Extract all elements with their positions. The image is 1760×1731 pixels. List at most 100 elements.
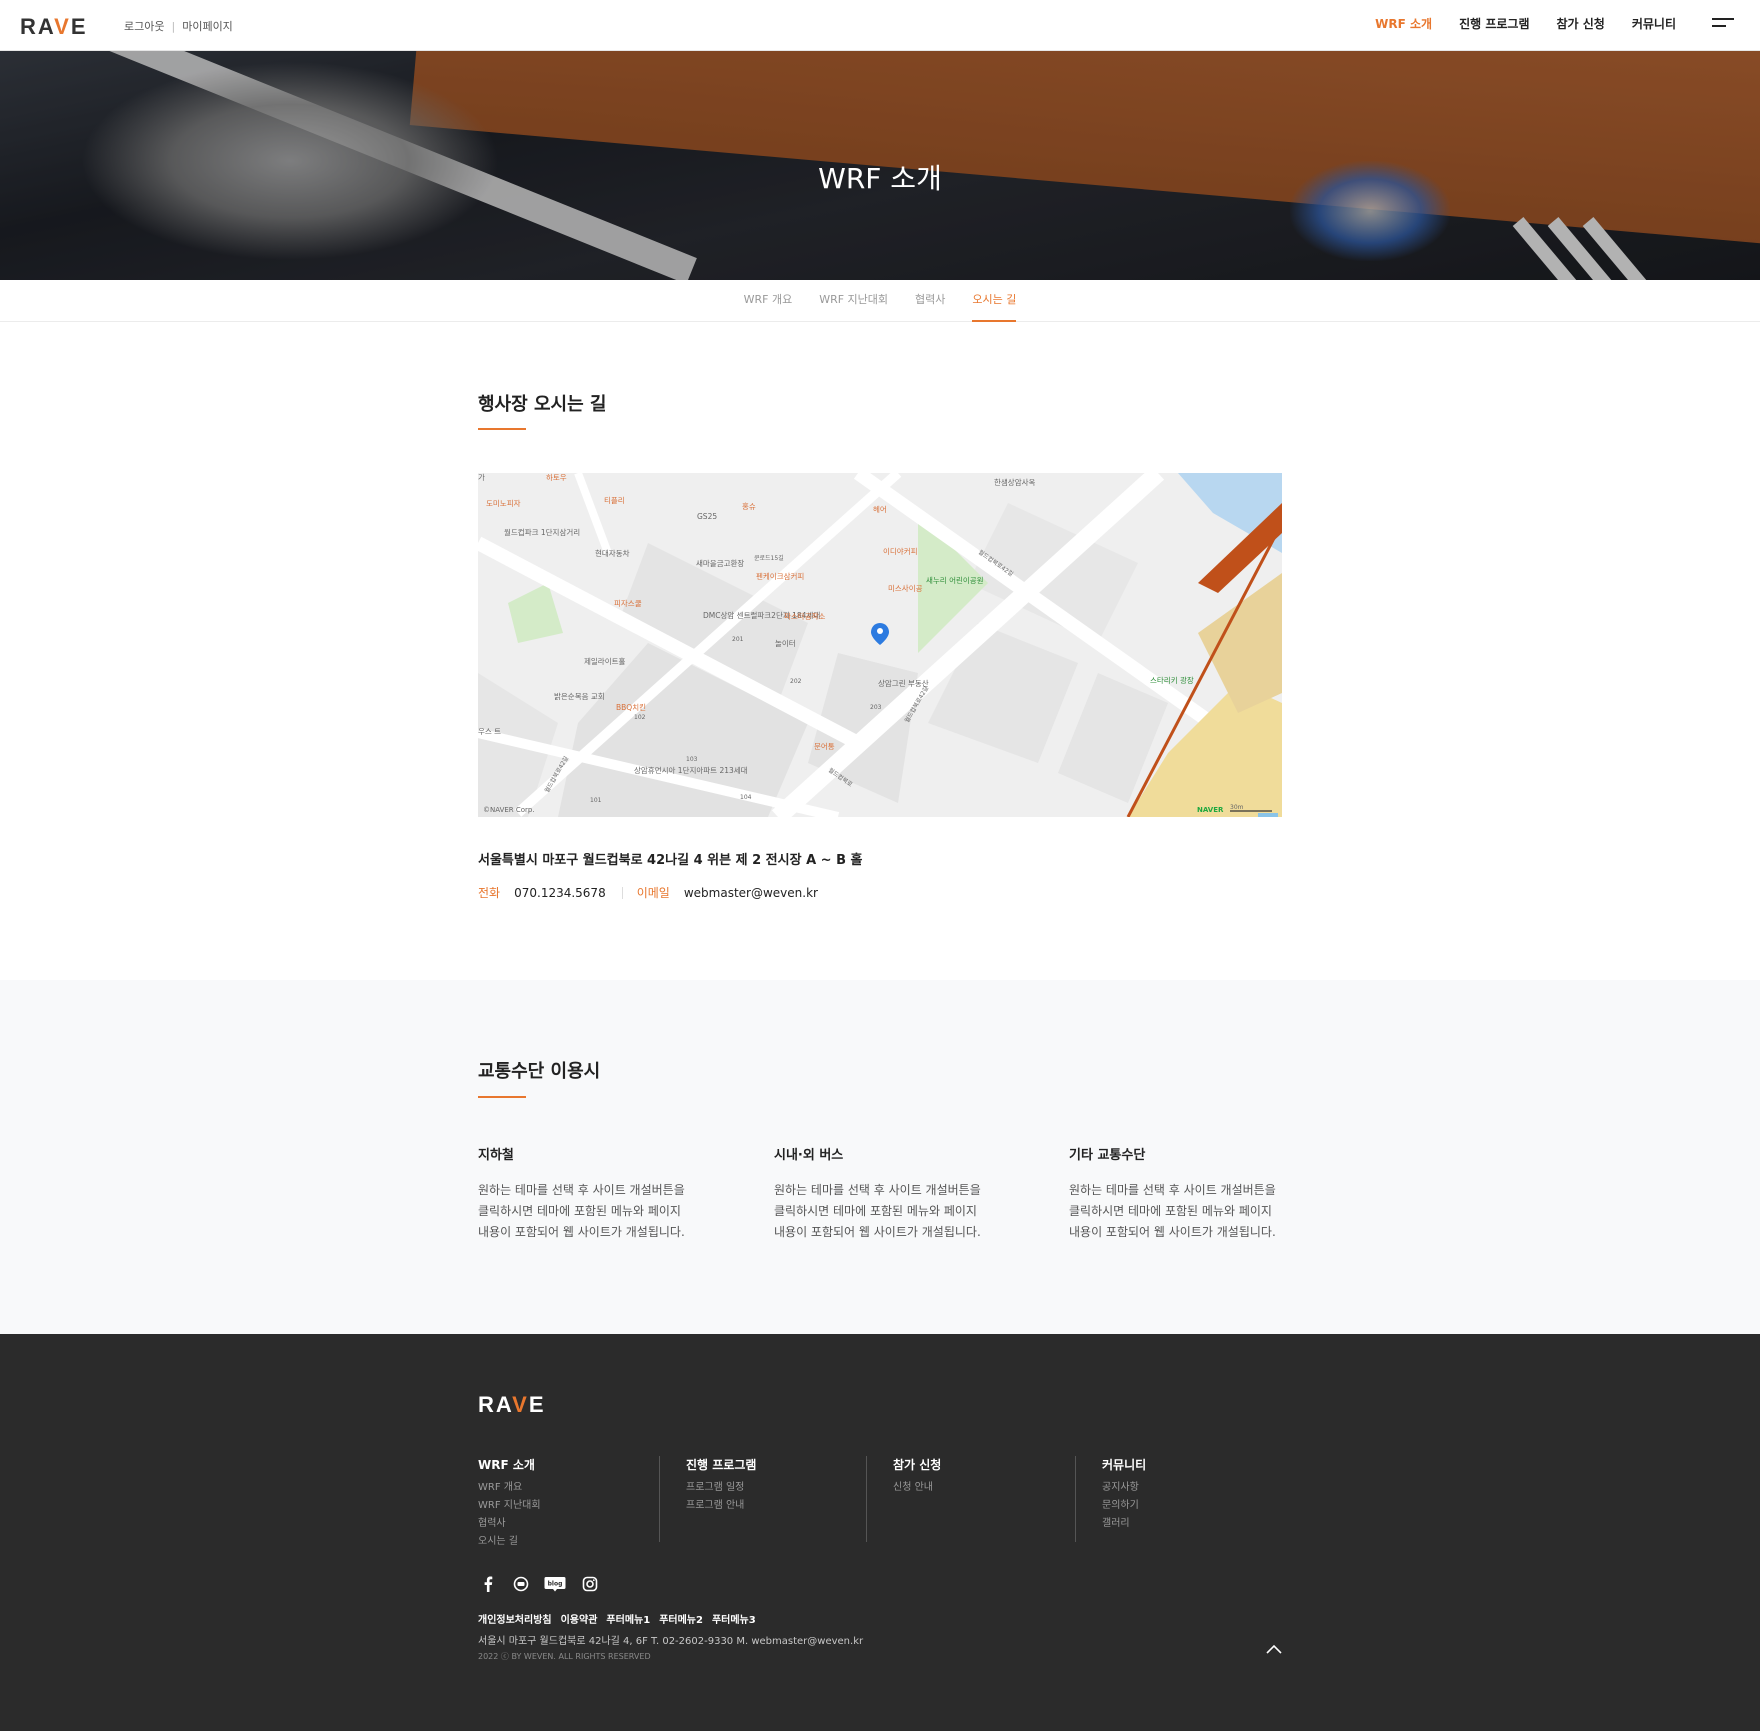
blog-icon[interactable]: blog bbox=[544, 1574, 566, 1593]
footer-col-community: 커뮤니티 공지사항 문의하기 갤러리 bbox=[1075, 1456, 1265, 1542]
site-footer: RAVE WRF 소개 WRF 개요 WRF 지난대회 협력사 오시는 길 진행… bbox=[0, 1334, 1760, 1731]
youtube-icon[interactable] bbox=[511, 1574, 530, 1593]
transport-subway-title: 지하철 bbox=[478, 1148, 514, 1163]
map-label: ©NAVER Corp. bbox=[483, 806, 535, 814]
phone-number[interactable]: 070.1234.5678 bbox=[514, 886, 606, 900]
transport-text-line: 원하는 테마를 선택 후 사이트 개설버튼을 bbox=[1069, 1183, 1276, 1197]
transport-other-title: 기타 교통수단 bbox=[1069, 1148, 1146, 1163]
phone-label: 전화 bbox=[478, 886, 501, 900]
mypage-link[interactable]: 마이페이지 bbox=[182, 20, 233, 33]
map-label: 도미노피자 bbox=[486, 499, 521, 508]
map-number: 103 bbox=[686, 756, 698, 763]
footer-menu-link[interactable]: 푸터메뉴1 bbox=[606, 1611, 650, 1626]
site-header: RAVE 로그아웃 | 마이페이지 WRF 소개 진행 프로그램 참가 신청 커뮤니… bbox=[0, 0, 1760, 51]
footer-link[interactable]: 공지사항 bbox=[1102, 1479, 1265, 1497]
map-number: 201 bbox=[732, 636, 744, 643]
map-label: 파스타공작소 bbox=[784, 611, 825, 621]
footer-menu-link[interactable]: 푸터메뉴2 bbox=[659, 1611, 703, 1626]
footer-link[interactable]: 오시는 길 bbox=[478, 1533, 668, 1551]
footer-link[interactable]: 프로그램 일정 bbox=[686, 1479, 849, 1497]
transport-other: 기타 교통수단 원하는 테마를 선택 후 사이트 개설버튼을 클릭하시면 테마에… bbox=[1069, 1144, 1289, 1243]
map-number: 203 bbox=[870, 704, 882, 711]
transport-text-line: 내용이 포함되어 웹 사이트가 개설됩니다. bbox=[774, 1225, 981, 1239]
transport-title: 교통수단 이용시 bbox=[478, 1061, 601, 1082]
back-to-top-icon[interactable] bbox=[1263, 1641, 1285, 1657]
footer-col-registration: 참가 신청 신청 안내 bbox=[866, 1456, 1056, 1542]
map-label: 미스사이공 bbox=[888, 583, 923, 593]
map-label: 현대자동차 bbox=[595, 549, 630, 558]
footer-address: 서울시 마포구 월드컵북로 42나길 4, 6F T. 02-2602-9330… bbox=[478, 1636, 864, 1647]
map-label: 새마을금고환장 bbox=[696, 558, 744, 568]
tab-partners[interactable]: 협력사 bbox=[915, 280, 945, 322]
transport-text-line: 클릭하시면 테마에 포함된 메뉴와 페이지 bbox=[774, 1204, 977, 1218]
location-title: 행사장 오시는 길 bbox=[478, 394, 607, 415]
map-label: 피자스쿨 bbox=[614, 599, 642, 608]
title-underline bbox=[478, 1096, 526, 1098]
map-label: 상암그린 부동산 bbox=[878, 678, 929, 688]
map-label: 펜케이크삼커피 bbox=[756, 571, 804, 581]
map-label: 문어통 bbox=[814, 741, 835, 751]
map-label: 밝은순복음 교회 bbox=[554, 691, 605, 701]
map-label: 헤어 bbox=[873, 504, 887, 514]
map-label: 하토우 bbox=[546, 473, 567, 482]
map-label: 이디야커피 bbox=[883, 546, 918, 556]
nav-program[interactable]: 진행 프로그램 bbox=[1459, 15, 1529, 32]
social-links: blog bbox=[478, 1574, 599, 1593]
footer-link[interactable]: 신청 안내 bbox=[893, 1479, 1056, 1497]
location-map[interactable]: 가 하토우 도미노피자 티플리 GS25 홍슈 헤어 한샘상암사옥 월드컵파크 … bbox=[478, 473, 1282, 817]
map-label: 제일라이트홀 bbox=[584, 656, 625, 666]
nav-community[interactable]: 커뮤니티 bbox=[1632, 15, 1676, 32]
footer-logo[interactable]: RAVE bbox=[478, 1392, 546, 1418]
contact-info: 전화 070.1234.5678 이메일 webmaster@weven.kr bbox=[478, 884, 818, 901]
email-address[interactable]: webmaster@weven.kr bbox=[684, 886, 818, 900]
facebook-icon[interactable] bbox=[478, 1574, 497, 1593]
privacy-policy-link[interactable]: 개인정보처리방침 bbox=[478, 1611, 552, 1626]
nav-registration[interactable]: 참가 신청 bbox=[1556, 15, 1604, 32]
tab-directions[interactable]: 오시는 길 bbox=[972, 280, 1017, 322]
tab-wrf-overview[interactable]: WRF 개요 bbox=[744, 280, 793, 322]
footer-col-title[interactable]: 참가 신청 bbox=[893, 1456, 1056, 1473]
instagram-icon[interactable] bbox=[580, 1574, 599, 1593]
menu-icon[interactable] bbox=[1712, 18, 1734, 30]
terms-link[interactable]: 이용약관 bbox=[561, 1611, 598, 1626]
transport-text-line: 원하는 테마를 선택 후 사이트 개설버튼을 bbox=[774, 1183, 981, 1197]
map-label: BBQ치킨 bbox=[616, 702, 646, 712]
map-number: 104 bbox=[740, 794, 752, 801]
footer-col-title[interactable]: WRF 소개 bbox=[478, 1456, 668, 1473]
rave-logo[interactable]: RAVE bbox=[20, 14, 88, 40]
transport-subway: 지하철 원하는 테마를 선택 후 사이트 개설버튼을 클릭하시면 테마에 포함된… bbox=[478, 1144, 698, 1243]
map-label: 새누리 어린이공원 bbox=[926, 575, 984, 585]
transport-bus-title: 시내·외 버스 bbox=[774, 1148, 844, 1163]
transport-bus: 시내·외 버스 원하는 테마를 선택 후 사이트 개설버튼을 클릭하시면 테마에… bbox=[774, 1144, 994, 1243]
utility-links: 로그아웃 | 마이페이지 bbox=[124, 18, 233, 34]
transport-text-line: 클릭하시면 테마에 포함된 메뉴와 페이지 bbox=[478, 1204, 681, 1218]
map-label: 홍슈 bbox=[742, 501, 756, 511]
footer-link[interactable]: WRF 지난대회 bbox=[478, 1497, 668, 1515]
map-label: 월드컵파크 1단지삼거리 bbox=[504, 527, 580, 537]
hero-title: WRF 소개 bbox=[818, 162, 942, 195]
logout-link[interactable]: 로그아웃 bbox=[124, 20, 164, 33]
footer-link[interactable]: WRF 개요 bbox=[478, 1479, 668, 1497]
footer-link[interactable]: 프로그램 안내 bbox=[686, 1497, 849, 1515]
sub-tabs: WRF 개요 WRF 지난대회 협력사 오시는 길 bbox=[0, 280, 1760, 322]
map-label: NAVER bbox=[1197, 806, 1224, 814]
footer-link[interactable]: 문의하기 bbox=[1102, 1497, 1265, 1515]
footer-link[interactable]: 갤러리 bbox=[1102, 1515, 1265, 1533]
footer-link[interactable]: 협력사 bbox=[478, 1515, 668, 1533]
map-number: 102 bbox=[634, 714, 646, 721]
transport-text-line: 내용이 포함되어 웹 사이트가 개설됩니다. bbox=[478, 1225, 685, 1239]
map-label: 스타리키 광장 bbox=[1150, 675, 1194, 685]
footer-col-title[interactable]: 커뮤니티 bbox=[1102, 1456, 1265, 1473]
map-label: 상암휴먼시아 1단지아파트 213세대 bbox=[634, 765, 748, 775]
footer-menu-link[interactable]: 푸터메뉴3 bbox=[712, 1611, 756, 1626]
nav-wrf-intro[interactable]: WRF 소개 bbox=[1375, 15, 1432, 32]
map-label: 티플리 bbox=[604, 496, 625, 505]
map-label: GS25 bbox=[697, 512, 717, 521]
footer-col-title[interactable]: 진행 프로그램 bbox=[686, 1456, 849, 1473]
main-nav: WRF 소개 진행 프로그램 참가 신청 커뮤니티 bbox=[1375, 15, 1676, 32]
email-label: 이메일 bbox=[636, 886, 670, 900]
tab-wrf-past[interactable]: WRF 지난대회 bbox=[819, 280, 888, 322]
map-label: 놀이터 bbox=[775, 638, 796, 648]
venue-address: 서울특별시 마포구 월드컵북로 42나길 4 위븐 제 2 전시장 A ~ B … bbox=[478, 853, 863, 868]
footer-policy-links: 개인정보처리방침 이용약관 푸터메뉴1 푸터메뉴2 푸터메뉴3 bbox=[478, 1611, 756, 1626]
